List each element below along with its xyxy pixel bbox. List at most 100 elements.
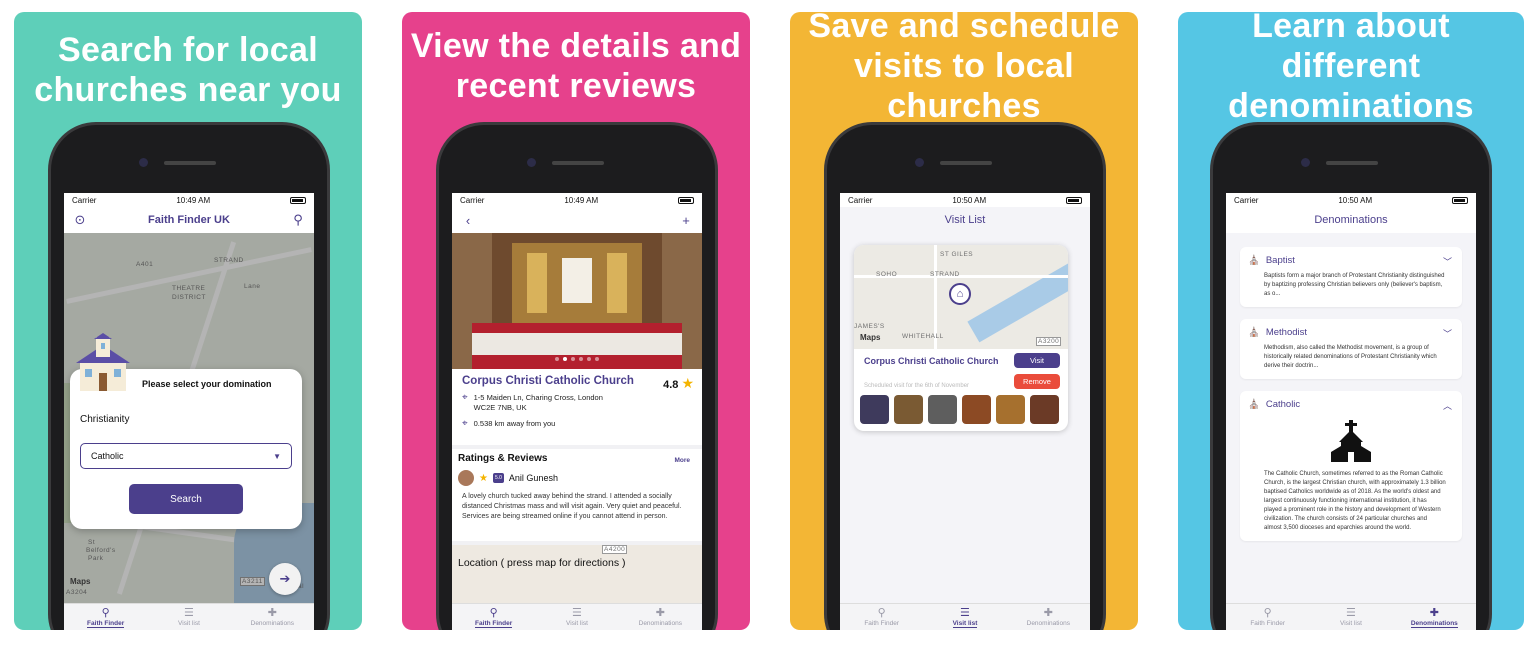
app-title: Faith Finder UK (148, 214, 230, 226)
tab-visit-list[interactable]: ☰ Visit list (542, 607, 612, 627)
map-label: STRAND (930, 271, 960, 278)
location-map[interactable]: A4200 Location ( press map for direction… (452, 541, 702, 603)
carousel-dot[interactable] (595, 357, 599, 361)
search-icon: ⚲ (877, 607, 886, 619)
battery-icon (677, 196, 694, 204)
status-bar: Carrier 10:49 AM (452, 193, 702, 207)
list-icon: ☰ (572, 607, 582, 619)
carrier-label: Carrier (72, 195, 97, 205)
church-icon: ⛪ (1248, 327, 1260, 338)
photo-thumbnail[interactable] (962, 395, 991, 424)
tab-faith-finder[interactable]: ⚲ Faith Finder (71, 607, 141, 628)
search-button[interactable]: Search (129, 484, 243, 514)
add-icon[interactable]: + (678, 213, 694, 228)
headline-line: Learn about (1252, 12, 1450, 45)
tab-denominations[interactable]: ✚ Denominations (625, 607, 695, 627)
headline-line: churches near you (34, 71, 342, 109)
cross-icon: ✚ (267, 607, 277, 619)
headline-line: different (1281, 47, 1421, 85)
maps-label: Maps (70, 577, 91, 586)
denomination-select[interactable]: Catholic ▼ (80, 443, 292, 469)
tab-denominations[interactable]: ✚ Denominations (1013, 607, 1083, 627)
review-author: Anil Gunesh (508, 473, 558, 483)
carousel-dot[interactable] (587, 357, 591, 361)
denomination-header: ⛪ Catholic (1248, 399, 1454, 410)
back-icon[interactable]: ‹ (460, 213, 476, 228)
tab-visit-list[interactable]: ☰ Visit list (154, 607, 224, 627)
denomination-card[interactable]: ⛪ Baptist ﹀ Baptists form a major branch… (1240, 247, 1462, 307)
tab-label: Faith Finder (864, 620, 899, 627)
tab-visit-list[interactable]: ☰ Visit list (930, 607, 1000, 628)
carousel-dot[interactable] (571, 357, 575, 361)
church-marker-icon[interactable]: ⌂ (949, 283, 971, 305)
tab-visit-list[interactable]: ☰ Visit list (1316, 607, 1386, 627)
avatar (458, 470, 474, 486)
photo-thumbnail[interactable] (996, 395, 1025, 424)
rating-value: 4.8 (663, 379, 679, 391)
photo-thumbnail[interactable] (860, 395, 889, 424)
visit-card[interactable]: ST GILES SOHO STRAND JAMES'S WHITEHALL A… (854, 245, 1068, 431)
cross-icon: ✚ (655, 607, 665, 619)
carousel-dot[interactable] (579, 357, 583, 361)
camera (915, 158, 924, 167)
tab-label: Faith Finder (475, 620, 513, 628)
list-icon: ☰ (1346, 607, 1356, 619)
tab-label: Denominations (1026, 620, 1070, 627)
pin-icon: ⌖ (462, 392, 468, 403)
map-label: JAMES'S (854, 323, 885, 330)
carousel-dots[interactable] (452, 357, 702, 361)
chevron-down-icon[interactable]: ﹀ (1443, 327, 1452, 340)
denomination-card[interactable]: ⛪ Catholic ︿ The Catholic Church, someti… (1240, 391, 1462, 541)
church-name: Corpus Christi Catholic Church (462, 375, 634, 387)
photo-thumbnail[interactable] (928, 395, 957, 424)
tab-faith-finder[interactable]: ⚲ Faith Finder (459, 607, 529, 628)
tab-label: Faith Finder (1250, 620, 1285, 627)
church-icon: ⛪ (1248, 255, 1260, 266)
tab-denominations[interactable]: ✚ Denominations (237, 607, 307, 627)
tab-bar: ⚲ Faith Finder ☰ Visit list ✚ Denominations (1226, 603, 1476, 630)
search-icon: ⚲ (489, 607, 498, 619)
visit-map[interactable]: ST GILES SOHO STRAND JAMES'S WHITEHALL A… (854, 245, 1068, 349)
carousel-dot[interactable] (563, 357, 567, 361)
more-link[interactable]: More (674, 457, 690, 464)
church-icon: ⛪ (1248, 399, 1260, 410)
distance: 0.538 km away from you (473, 419, 556, 428)
speaker (552, 161, 604, 165)
rating: 4.8 ★ (663, 375, 694, 392)
church-photo[interactable] (452, 233, 702, 369)
tab-label: Visit list (1340, 620, 1362, 627)
denomination-header: ⛪ Methodist (1248, 327, 1454, 338)
map-label: WHITEHALL (902, 333, 944, 340)
tab-label: Denominations (250, 620, 294, 627)
photo-thumbnail[interactable] (894, 395, 923, 424)
tab-denominations[interactable]: ✚ Denominations (1399, 607, 1469, 628)
locate-icon[interactable]: ⊙ (72, 212, 88, 228)
screen-title: Visit List (944, 214, 986, 226)
visit-button[interactable]: Visit (1014, 353, 1060, 368)
search-icon[interactable]: ⚲ (290, 212, 306, 228)
tab-label: Visit list (566, 620, 588, 627)
modal-title: Please select your domination (142, 379, 272, 389)
tab-faith-finder[interactable]: ⚲ Faith Finder (1233, 607, 1303, 627)
tab-faith-finder[interactable]: ⚲ Faith Finder (847, 607, 917, 627)
photo-thumbnail[interactable] (1030, 395, 1059, 424)
reviews-section: Ratings & Reviews More ★ 5.0 Anil Gunesh… (452, 445, 702, 526)
status-bar: Carrier 10:50 AM (1226, 193, 1476, 207)
chevron-up-icon[interactable]: ︿ (1443, 399, 1452, 412)
directions-button[interactable]: ➔ (269, 563, 301, 595)
tab-bar: ⚲ Faith Finder ☰ Visit list ✚ Denominations (452, 603, 702, 630)
headline-line: Search for local (58, 31, 318, 69)
chevron-down-icon[interactable]: ﹀ (1443, 255, 1452, 268)
carousel-dot[interactable] (555, 357, 559, 361)
remove-button[interactable]: Remove (1014, 374, 1060, 389)
headline-line: visits to local (854, 47, 1074, 85)
tab-label: Denominations (1410, 620, 1458, 628)
denomination-card[interactable]: ⛪ Methodist ﹀ Methodism, also called the… (1240, 319, 1462, 379)
panel-visit-list: Save and schedule visits to local church… (790, 12, 1138, 630)
review-score: 5.0 (492, 473, 504, 483)
tab-label: Visit list (178, 620, 200, 627)
maps-attribution: Maps (70, 577, 90, 586)
phone-frame: Carrier 10:50 AM Denominations ⛪ Baptist… (1210, 122, 1492, 630)
map[interactable]: A401 STRAND THEATRE DISTRICT St Belford'… (64, 233, 314, 603)
nav-bar: Visit List (840, 207, 1090, 233)
